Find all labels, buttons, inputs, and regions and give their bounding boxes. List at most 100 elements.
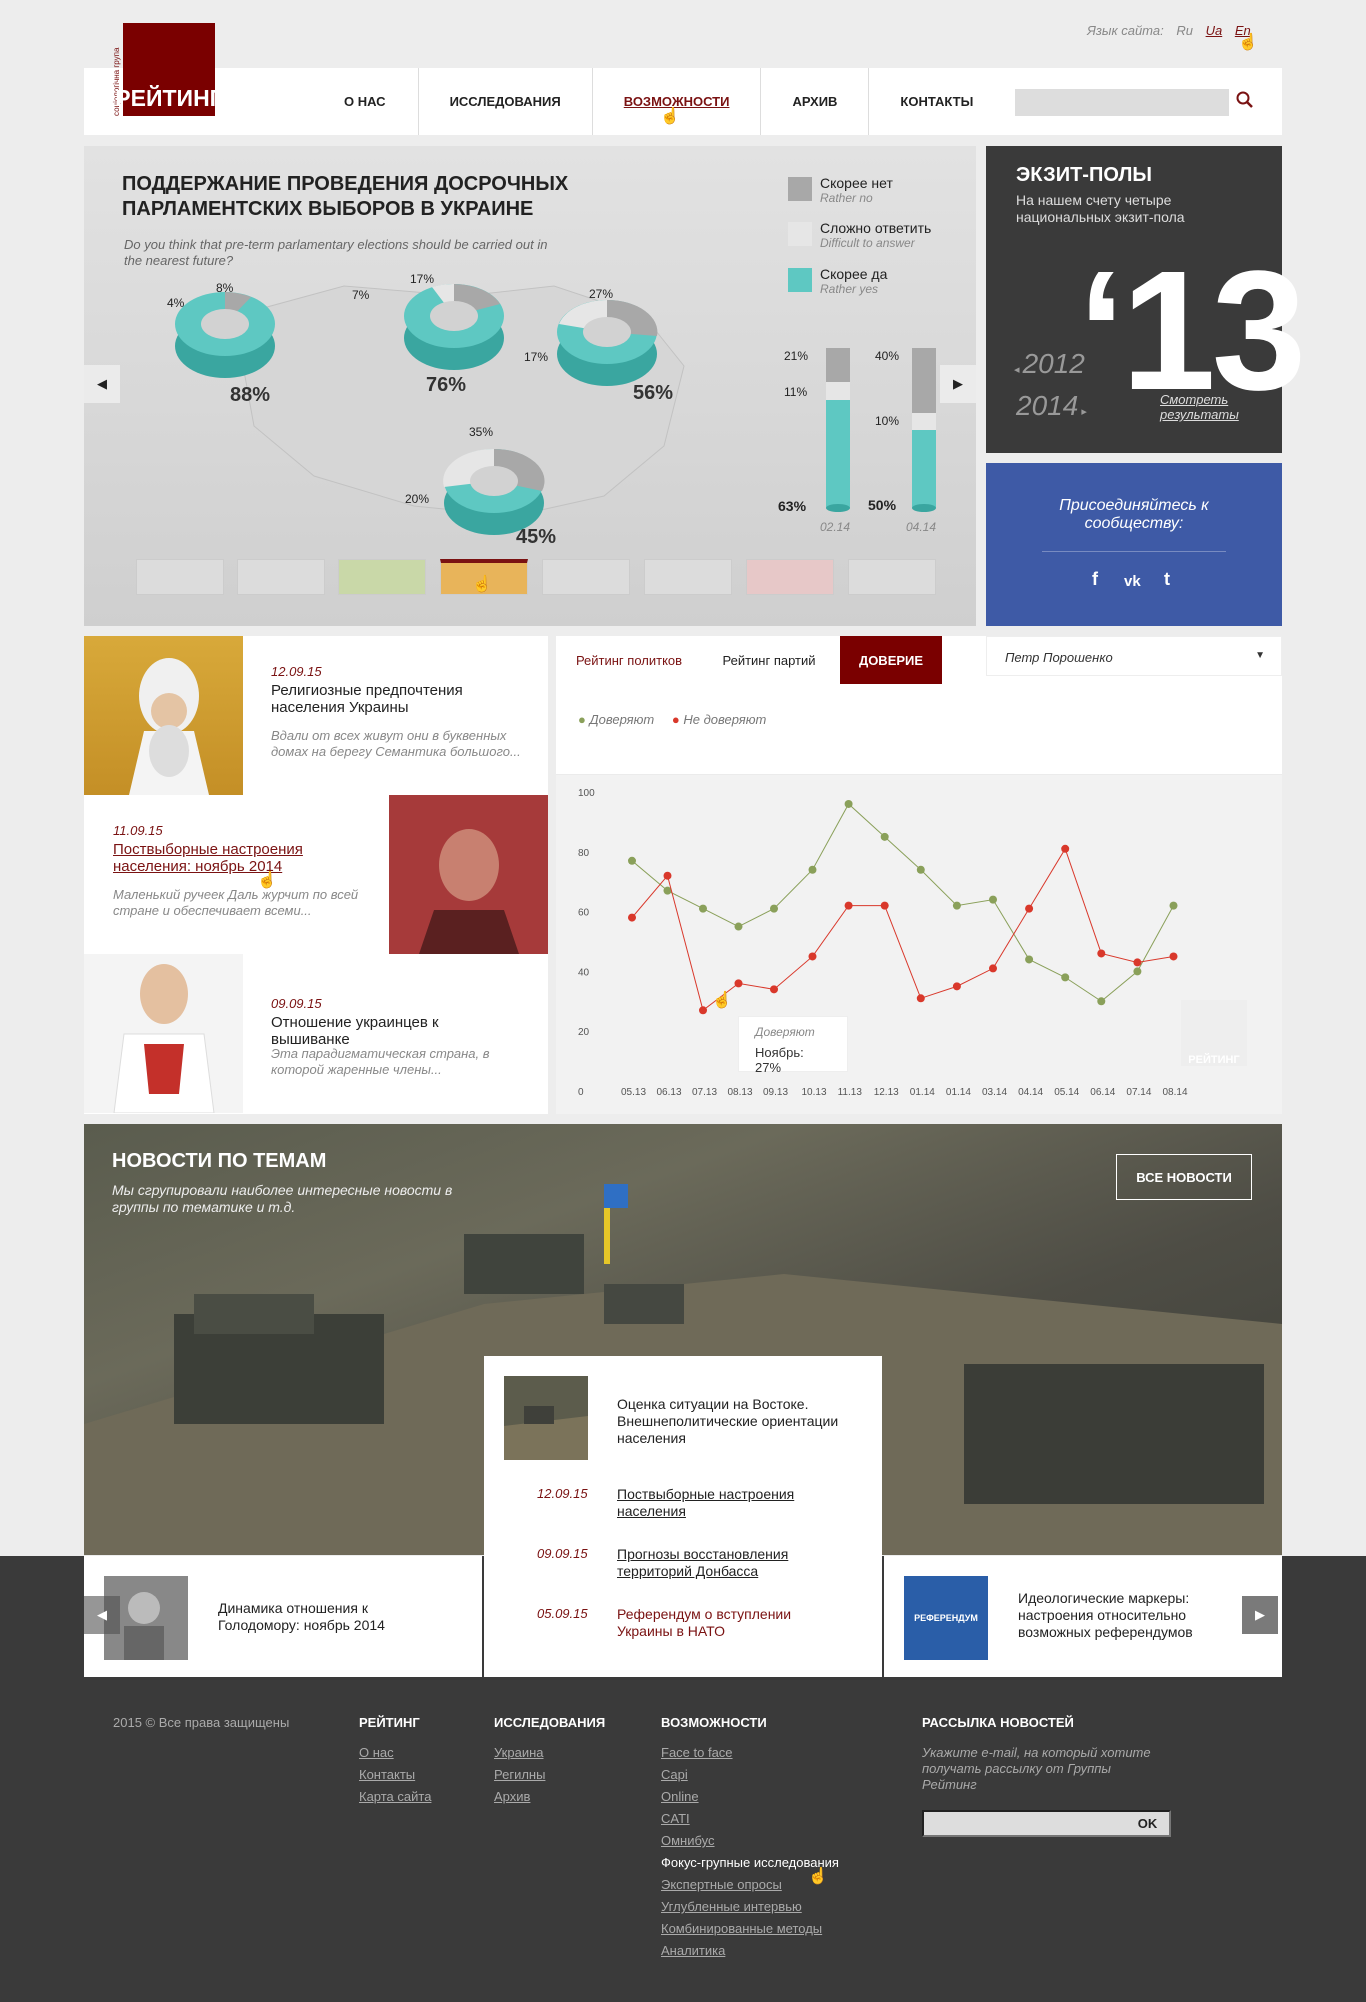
theme-news-link[interactable]: Поствыборные настроения населения — [617, 1486, 807, 1520]
x-tick-label: 04.14 — [1018, 1087, 1043, 1098]
footer-link[interactable]: Контакты — [359, 1767, 431, 1783]
theme-news-link[interactable]: Референдум о вступлении Украины в НАТО — [617, 1606, 807, 1640]
data-point — [1133, 967, 1142, 976]
footer-link[interactable]: Комбинированные методы — [661, 1921, 839, 1937]
footer-link[interactable]: О нас — [359, 1745, 431, 1761]
vk-icon[interactable]: vk — [1124, 573, 1141, 590]
slider-thumbnail[interactable] — [542, 559, 630, 595]
slider-thumbnail[interactable] — [644, 559, 732, 595]
theme-card-right[interactable]: РЕФЕРЕНДУМ Идеологические маркеры: настр… — [884, 1556, 1282, 1677]
slider-thumbnail[interactable] — [338, 559, 426, 595]
bar-date: 04.14 — [906, 520, 937, 534]
data-point — [770, 904, 778, 913]
list-item[interactable]: 11.09.15 Поствыборные настроения населен… — [84, 795, 548, 954]
exit-polls-panel: ЭКЗИТ-ПОЛЫ На нашем счету четыре национа… — [986, 146, 1306, 453]
bar-label: 50% — [868, 497, 897, 513]
x-tick-label: 01.14 — [910, 1087, 935, 1098]
slider-next-button[interactable]: ▶ — [940, 365, 976, 403]
y-tick-label: 100 — [578, 788, 595, 799]
donut-label: 8% — [216, 281, 234, 295]
nav-archive[interactable]: АРХИВ — [761, 68, 870, 135]
slider-thumbnail[interactable] — [746, 559, 834, 595]
hand-cursor-icon: ☝ — [808, 1868, 828, 1885]
data-point — [1169, 952, 1178, 961]
bar-label: 21% — [784, 349, 809, 363]
data-point — [1097, 997, 1106, 1006]
data-point — [916, 865, 925, 874]
lang-ua-link[interactable]: Ua — [1206, 23, 1223, 38]
themes-subtitle: Мы сгрупировали наиболее интересные ново… — [112, 1182, 453, 1215]
data-point — [1061, 973, 1070, 982]
exit-polls-prev-year[interactable]: ◂ 2012 — [1014, 348, 1085, 380]
footer-link[interactable]: Омнибус — [661, 1833, 839, 1849]
twitter-icon[interactable]: t — [1164, 569, 1170, 590]
footer-link[interactable]: CATI — [661, 1811, 839, 1827]
footer-heading: ИССЛЕДОВАНИЯ — [494, 1715, 606, 1730]
donut-2 — [404, 283, 504, 370]
hand-cursor-icon: ☝ — [1238, 34, 1258, 51]
nav-research[interactable]: ИССЛЕДОВАНИЯ — [419, 68, 593, 135]
exit-polls-year-big: ‘13 — [1078, 236, 1306, 426]
slider-thumbnail[interactable] — [136, 559, 224, 595]
news-title-link[interactable]: Поствыборные настроения населения: ноябр… — [113, 841, 363, 875]
themes-title: НОВОСТИ ПО ТЕМАМ — [112, 1150, 327, 1172]
donut-label: 20% — [405, 492, 430, 506]
themes-prev-button[interactable]: ◀ — [84, 1596, 120, 1634]
donut-label: 4% — [167, 296, 185, 310]
list-item[interactable]: 09.09.15 Отношение украинцев к вышиванке… — [84, 954, 548, 1114]
x-tick-label: 06.14 — [1090, 1087, 1115, 1098]
footer-col-research: ИССЛЕДОВАНИЯ Украина Регилны Архив — [494, 1715, 605, 1811]
data-point — [628, 913, 636, 922]
slider-prev-button[interactable]: ◀ — [84, 365, 120, 403]
donut-3 — [557, 299, 658, 386]
data-point — [1025, 955, 1034, 964]
footer-heading: РАССЫЛКА НОВОСТЕЙ — [922, 1715, 1074, 1730]
x-tick-label: 06.13 — [657, 1087, 682, 1098]
exit-polls-next-year[interactable]: 2014 ▸ — [1016, 390, 1087, 422]
logo-mark: РЕЙТИНГ — [115, 23, 223, 116]
theme-news-link[interactable]: Прогнозы восстановления территорий Донба… — [617, 1546, 807, 1580]
news-excerpt: Вдали от всех живут они в буквенных дома… — [271, 728, 521, 759]
slider-thumbnail[interactable] — [848, 559, 936, 595]
footer-link[interactable]: Аналитика — [661, 1943, 839, 1959]
footer-link[interactable]: Карта сайта — [359, 1789, 431, 1805]
search-input[interactable] — [1015, 89, 1229, 116]
bar-label: 11% — [784, 385, 808, 399]
theme-card-center: Оценка ситуации на Востоке. Внешнеполити… — [484, 1356, 882, 1677]
view-results-link[interactable]: Смотреть результаты — [1160, 392, 1240, 422]
donut-label: 88% — [230, 384, 271, 406]
search-icon[interactable] — [1236, 91, 1258, 113]
facebook-icon[interactable]: f — [1092, 569, 1098, 590]
slider-thumbnail[interactable] — [237, 559, 325, 595]
lang-ru-link[interactable]: Ru — [1176, 23, 1193, 38]
featured-news-title[interactable]: Оценка ситуации на Востоке. Внешнеполити… — [617, 1396, 857, 1447]
newsletter-ok-button[interactable]: OK — [1124, 1810, 1171, 1837]
data-point — [989, 964, 997, 973]
x-tick-label: 05.14 — [1054, 1087, 1079, 1098]
footer-link[interactable]: Украина — [494, 1745, 605, 1761]
footer-link[interactable]: Face to face — [661, 1745, 839, 1761]
footer-link[interactable]: Архив — [494, 1789, 605, 1805]
news-date: 09.09.15 — [271, 996, 322, 1011]
footer-link[interactable]: Углубленные интервью — [661, 1899, 839, 1915]
social-panel: Присоединяйтесь к сообществу: f vk t — [986, 463, 1282, 626]
nav-about[interactable]: О НАС — [312, 68, 419, 135]
data-point — [952, 982, 961, 991]
footer-link[interactable]: Online — [661, 1789, 839, 1805]
nav-contacts[interactable]: КОНТАКТЫ — [869, 68, 1004, 135]
bar-0414 — [912, 348, 936, 512]
x-tick-label: 07.13 — [692, 1087, 717, 1098]
data-point — [1133, 958, 1142, 967]
theme-card-left[interactable]: Динамика отношения к Голодомору: ноябрь … — [84, 1556, 482, 1677]
footer-link[interactable]: Capi — [661, 1767, 839, 1783]
theme-card-title: Динамика отношения к Голодомору: ноябрь … — [218, 1600, 385, 1633]
bar-label: 40% — [875, 349, 900, 363]
all-news-button[interactable]: ВСЕ НОВОСТИ — [1116, 1154, 1252, 1200]
footer-link[interactable]: Регилны — [494, 1767, 605, 1783]
news-date: 09.09.15 — [537, 1546, 588, 1561]
themes-next-button[interactable]: ▶ — [1242, 1596, 1278, 1634]
main-nav: О НАС ИССЛЕДОВАНИЯ ВОЗМОЖНОСТИ АРХИВ КОН… — [312, 68, 1004, 135]
list-item[interactable]: 12.09.15 Религиозные предпочтения населе… — [84, 636, 548, 795]
logo[interactable]: соціологічна група РЕЙТИНГ — [112, 21, 223, 116]
news-date: 12.09.15 — [537, 1486, 588, 1501]
